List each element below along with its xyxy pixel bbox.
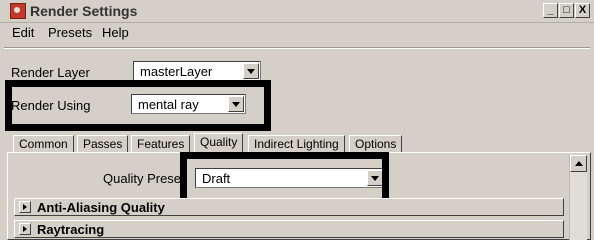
render-using-highlight-box [5,80,271,131]
chevron-down-icon[interactable] [243,63,259,79]
minimize-button[interactable]: _ [543,3,558,18]
maximize-button[interactable]: □ [559,3,574,18]
close-button[interactable]: X [575,3,590,18]
section-title: Raytracing [37,222,105,237]
menu-help[interactable]: Help [102,25,129,40]
render-layer-dropdown[interactable]: masterLayer [133,61,261,81]
tab-quality[interactable]: Quality [194,133,244,153]
scroll-up-icon[interactable] [570,155,587,172]
render-layer-value: masterLayer [140,64,213,79]
vertical-scrollbar[interactable] [569,155,587,240]
quality-preset-label: Quality Preset [103,171,185,186]
render-layer-label: Render Layer [11,65,90,80]
section-anti-aliasing-quality[interactable]: Anti-Aliasing Quality [14,198,564,216]
expand-arrow-icon[interactable] [19,223,31,235]
tab-common[interactable]: Common [13,135,74,152]
tab-features[interactable]: Features [131,135,191,152]
menu-bar: Edit Presets Help [0,22,594,44]
window-title: Render Settings [30,3,138,19]
menu-presets[interactable]: Presets [48,25,92,40]
section-raytracing[interactable]: Raytracing [14,220,564,238]
menu-divider [4,47,590,49]
expand-arrow-icon[interactable] [19,201,31,213]
section-title: Anti-Aliasing Quality [37,200,165,215]
render-settings-app-icon [10,3,26,19]
title-bar: Render Settings _ □ X [0,0,594,23]
menu-edit[interactable]: Edit [12,25,34,40]
tab-options[interactable]: Options [349,135,403,152]
tab-passes[interactable]: Passes [77,135,129,152]
tab-indirect-lighting[interactable]: Indirect Lighting [248,135,345,152]
